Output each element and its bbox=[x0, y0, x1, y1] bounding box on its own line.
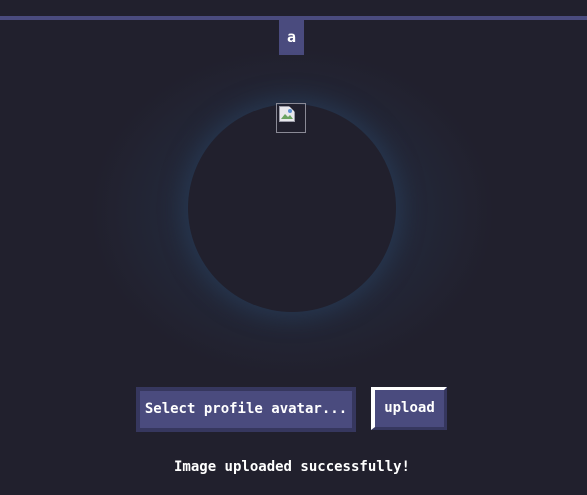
broken-image-icon bbox=[276, 103, 306, 133]
select-avatar-button[interactable]: Select profile avatar... bbox=[136, 387, 356, 432]
upload-button[interactable]: upload bbox=[371, 387, 447, 430]
status-message: Image uploaded successfully! bbox=[173, 459, 410, 475]
avatar-preview bbox=[188, 104, 396, 312]
